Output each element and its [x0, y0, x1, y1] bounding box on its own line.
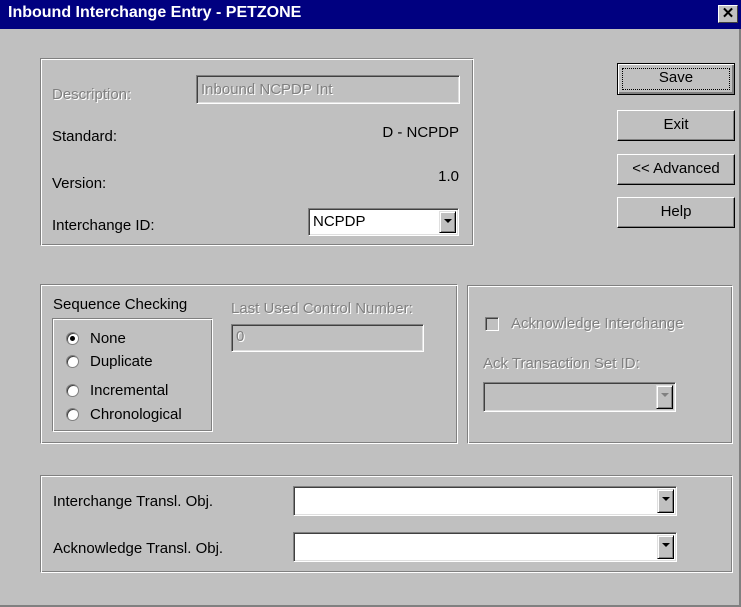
interchange-transl-select[interactable]: [293, 486, 677, 516]
radio-none[interactable]: None: [62, 330, 202, 348]
help-button[interactable]: Help: [617, 197, 735, 228]
radio-incremental-label: Incremental: [90, 382, 169, 399]
last-used-control-label: Last Used Control Number:: [231, 300, 413, 317]
exit-button[interactable]: Exit: [617, 110, 735, 141]
radio-duplicate[interactable]: Duplicate: [62, 353, 202, 371]
standard-value: D - NCPDP: [382, 124, 459, 141]
acknowledge-interchange-checkbox[interactable]: Acknowledge Interchange: [483, 315, 728, 335]
focus-rect: [622, 68, 730, 90]
version-value: 1.0: [438, 168, 459, 185]
radio-incremental-indicator[interactable]: [66, 384, 79, 397]
sequence-checking-title: Sequence Checking: [53, 296, 188, 313]
interchange-transl-label: Interchange Transl. Obj.: [53, 493, 214, 510]
ack-transaction-set-label: Ack Transaction Set ID:: [483, 355, 640, 372]
description-value: Inbound NCPDP Int: [201, 81, 333, 98]
radio-none-indicator[interactable]: [66, 332, 79, 345]
exit-button-label: Exit: [663, 116, 689, 133]
close-button[interactable]: ✕: [718, 5, 738, 23]
description-label: Description:: [52, 86, 132, 103]
acknowledge-interchange-label: Acknowledge Interchange: [511, 315, 684, 332]
radio-incremental[interactable]: Incremental: [62, 382, 202, 400]
interchange-id-select[interactable]: NCPDP: [308, 208, 459, 236]
radio-chronological-indicator[interactable]: [66, 408, 79, 421]
close-icon: ✕: [721, 5, 735, 22]
acknowledge-checkbox-box[interactable]: [485, 317, 499, 331]
save-button[interactable]: Save: [617, 63, 735, 95]
last-used-control-value: 0: [236, 328, 245, 345]
advanced-button-label: << Advanced: [632, 160, 720, 177]
chevron-down-icon[interactable]: [657, 489, 674, 513]
help-button-label: Help: [660, 203, 692, 220]
radio-none-label: None: [90, 330, 126, 347]
radio-chronological[interactable]: Chronological: [62, 406, 202, 424]
window-title: Inbound Interchange Entry - PETZONE: [8, 4, 302, 21]
chevron-down-icon: [656, 385, 673, 409]
chevron-down-icon[interactable]: [657, 535, 674, 559]
chevron-down-icon[interactable]: [439, 211, 456, 233]
title-bar: Inbound Interchange Entry - PETZONE ✕: [0, 0, 741, 29]
version-label: Version:: [52, 175, 107, 192]
standard-label: Standard:: [52, 128, 118, 145]
ack-transaction-set-select: [483, 382, 676, 412]
acknowledge-transl-select[interactable]: [293, 532, 677, 562]
radio-duplicate-label: Duplicate: [90, 353, 153, 370]
radio-duplicate-indicator[interactable]: [66, 355, 79, 368]
description-field: Inbound NCPDP Int: [196, 75, 460, 104]
radio-chronological-label: Chronological: [90, 406, 182, 423]
advanced-button[interactable]: << Advanced: [617, 154, 735, 185]
interchange-id-label: Interchange ID:: [52, 217, 155, 234]
last-used-control-field: 0: [231, 324, 424, 352]
interchange-id-value: NCPDP: [313, 213, 366, 230]
acknowledge-transl-label: Acknowledge Transl. Obj.: [53, 540, 224, 557]
